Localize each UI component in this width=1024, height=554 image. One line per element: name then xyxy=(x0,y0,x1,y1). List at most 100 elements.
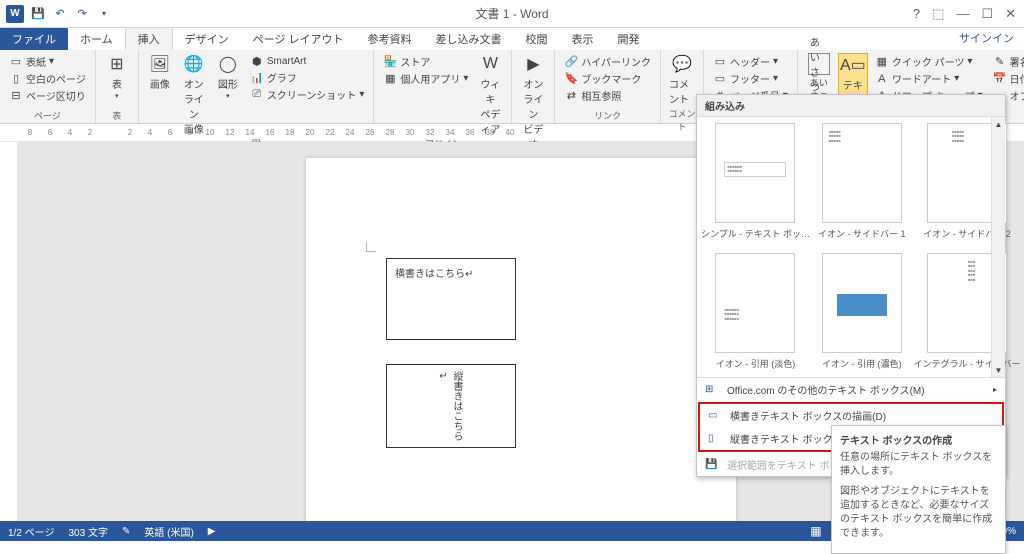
help-icon[interactable]: ? xyxy=(913,6,920,22)
bookmark-icon: 🔖 xyxy=(564,72,578,86)
save-icon[interactable]: 💾 xyxy=(30,6,46,22)
group-label: 表 xyxy=(102,108,132,122)
chart-button[interactable]: 📊グラフ xyxy=(247,69,368,86)
view-print-icon[interactable]: ▦ xyxy=(810,524,821,538)
redo-icon[interactable]: ↷ xyxy=(74,6,90,22)
draw-h-icon: ▭ xyxy=(708,410,724,421)
tab-dev[interactable]: 開発 xyxy=(606,28,652,50)
table-icon: ⊞ xyxy=(106,53,128,75)
ruler-vertical[interactable] xyxy=(0,142,18,539)
table-button[interactable]: ⊞表▾ xyxy=(102,53,132,100)
tab-mailings[interactable]: 差し込み文書 xyxy=(424,28,514,50)
wordart-button[interactable]: Aワードアート ▾ xyxy=(872,70,986,87)
blank-page-button[interactable]: ▯空白のページ xyxy=(6,70,89,87)
greeting-icon: あいさつ xyxy=(808,53,830,75)
myapps-button[interactable]: ▦個人用アプリ ▾ xyxy=(380,70,471,87)
screenshot-button[interactable]: ⎚スクリーンショット ▾ xyxy=(247,86,368,103)
tab-review[interactable]: 校閲 xyxy=(514,28,560,50)
sigline-button[interactable]: ✎署名欄 ▾ xyxy=(990,53,1024,70)
draw-horizontal-textbox[interactable]: ▭横書きテキスト ボックスの描画(D) xyxy=(700,404,1002,427)
save-gallery-icon: 💾 xyxy=(705,459,721,470)
maximize-icon[interactable]: ☐ xyxy=(981,6,993,22)
cover-page-button[interactable]: ▭表紙 ▾ xyxy=(6,53,89,70)
comment-icon: 💬 xyxy=(671,53,693,75)
tab-references[interactable]: 参考資料 xyxy=(356,28,424,50)
group-label: ページ xyxy=(6,108,89,122)
tooltip-body1: 任意の場所にテキスト ボックスを挿入します。 xyxy=(840,451,997,479)
qat-dropdown-icon[interactable]: ▾ xyxy=(96,6,112,22)
shapes-button[interactable]: ◯図形▾ xyxy=(213,53,243,100)
tab-file[interactable]: ファイル xyxy=(0,28,68,50)
wikipedia-icon: W xyxy=(479,53,501,75)
window-controls: ? ⬚ — ☐ ✕ xyxy=(913,6,1024,22)
macro-icon[interactable]: ▶ xyxy=(208,526,216,537)
hyperlink-button[interactable]: 🔗ハイパーリンク xyxy=(561,53,654,70)
group-links: 🔗ハイパーリンク 🔖ブックマーク ⇄相互参照 リンク xyxy=(555,50,661,123)
margin-corner xyxy=(366,242,376,252)
status-page[interactable]: 1/2 ページ xyxy=(8,524,54,539)
datetime-icon: 📅 xyxy=(993,72,1007,86)
quick-access-toolbar: W 💾 ↶ ↷ ▾ xyxy=(0,5,118,23)
textbox-vertical[interactable]: 縦書きはこちら↵ xyxy=(386,364,516,448)
store-icon: 🏪 xyxy=(383,55,397,69)
draw-v-icon: ▯ xyxy=(708,433,724,444)
ribbon-collapse-icon[interactable]: ⬚ xyxy=(932,6,944,22)
smartart-button[interactable]: ⬢SmartArt xyxy=(247,53,368,69)
group-illustrations: 🖼画像 🌐オンライン 画像 ◯図形▾ ⬢SmartArt 📊グラフ ⎚スクリーン… xyxy=(139,50,375,123)
title-bar: W 💾 ↶ ↷ ▾ 文書 1 - Word ? ⬚ — ☐ ✕ xyxy=(0,0,1024,28)
proofing-icon[interactable]: ✎ xyxy=(122,526,130,537)
tab-layout[interactable]: ページ レイアウト xyxy=(241,28,356,50)
undo-icon[interactable]: ↶ xyxy=(52,6,68,22)
textbox-gallery-dropdown: 組み込み ■■■■■■■■■■■■シンプル - テキスト ボッ… ■■■■■■■… xyxy=(696,94,1006,477)
group-media: ▶オンライン ビデオ メディア xyxy=(512,50,555,123)
online-picture-button[interactable]: 🌐オンライン 画像 xyxy=(179,53,209,136)
hyperlink-icon: 🔗 xyxy=(564,55,578,69)
document-title: 文書 1 - Word xyxy=(475,5,548,22)
screenshot-icon: ⎚ xyxy=(250,88,264,102)
blank-page-icon: ▯ xyxy=(9,72,23,86)
tab-insert[interactable]: 挿入 xyxy=(125,27,173,50)
close-icon[interactable]: ✕ xyxy=(1005,6,1016,22)
gallery-item-integral-side[interactable]: ■■■■■■■■■■■■■■■インテグラル - サイドバー xyxy=(909,247,1024,377)
datetime-button[interactable]: 📅日付と時刻 xyxy=(990,70,1024,87)
tab-design[interactable]: デザイン xyxy=(173,28,241,50)
minimize-icon[interactable]: — xyxy=(956,6,969,22)
tab-home[interactable]: ホーム xyxy=(68,28,125,50)
more-from-office[interactable]: ⊞Office.com のその他のテキスト ボックス(M)▸ xyxy=(697,378,1005,401)
gallery-item-ion-side2[interactable]: ■■■■■■■■■■■■■■■イオン - サイドバー 2 xyxy=(909,117,1024,247)
gallery-item-ion-quote-dark[interactable]: イオン - 引用 (濃色) xyxy=(814,247,910,377)
textbox-horizontal[interactable]: 横書きはこちら↵ xyxy=(386,258,516,340)
cover-page-icon: ▭ xyxy=(9,55,23,69)
gallery-item-simple[interactable]: ■■■■■■■■■■■■シンプル - テキスト ボッ… xyxy=(697,117,814,247)
signin-link[interactable]: サインイン xyxy=(959,30,1014,46)
gallery-item-ion-side1[interactable]: ■■■■■■■■■■■■■■■イオン - サイドバー 1 xyxy=(814,117,910,247)
video-icon: ▶ xyxy=(522,53,544,75)
gallery-item-ion-quote-light[interactable]: ■■■■■■■■■■■■■■■■■■イオン - 引用 (淡色) xyxy=(697,247,814,377)
smartart-icon: ⬢ xyxy=(250,54,264,68)
bookmark-button[interactable]: 🔖ブックマーク xyxy=(561,70,654,87)
scroll-down-icon[interactable]: ▼ xyxy=(992,363,1005,377)
textbox-icon: A▭ xyxy=(842,54,864,76)
scroll-up-icon[interactable]: ▲ xyxy=(992,117,1005,131)
office-icon: ⊞ xyxy=(705,384,721,395)
tooltip-title: テキスト ボックスの作成 xyxy=(840,432,997,447)
comment-button[interactable]: 💬コメント xyxy=(667,53,697,106)
gallery-scrollbar[interactable]: ▲ ▼ xyxy=(991,117,1005,377)
online-video-button[interactable]: ▶オンライン ビデオ xyxy=(518,53,548,151)
footer-button[interactable]: ▭フッター ▾ xyxy=(710,70,791,87)
quickparts-button[interactable]: ▦クイック パーツ ▾ xyxy=(872,53,986,70)
gallery-header: 組み込み xyxy=(697,95,1005,117)
tab-view[interactable]: 表示 xyxy=(560,28,606,50)
store-button[interactable]: 🏪ストア xyxy=(380,53,471,70)
status-lang[interactable]: 英語 (米国) xyxy=(144,524,193,539)
status-words[interactable]: 303 文字 xyxy=(68,524,107,539)
picture-button[interactable]: 🖼画像 xyxy=(145,53,175,91)
wikipedia-button[interactable]: Wウィキ ペディア xyxy=(475,53,505,136)
page-break-icon: ⊟ xyxy=(9,89,23,103)
page-break-button[interactable]: ⊟ページ区切り xyxy=(6,87,89,104)
header-button[interactable]: ▭ヘッダー ▾ xyxy=(710,53,791,70)
crossref-button[interactable]: ⇄相互参照 xyxy=(561,87,654,104)
picture-icon: 🖼 xyxy=(149,53,171,75)
chart-icon: 📊 xyxy=(250,71,264,85)
shapes-icon: ◯ xyxy=(217,53,239,75)
